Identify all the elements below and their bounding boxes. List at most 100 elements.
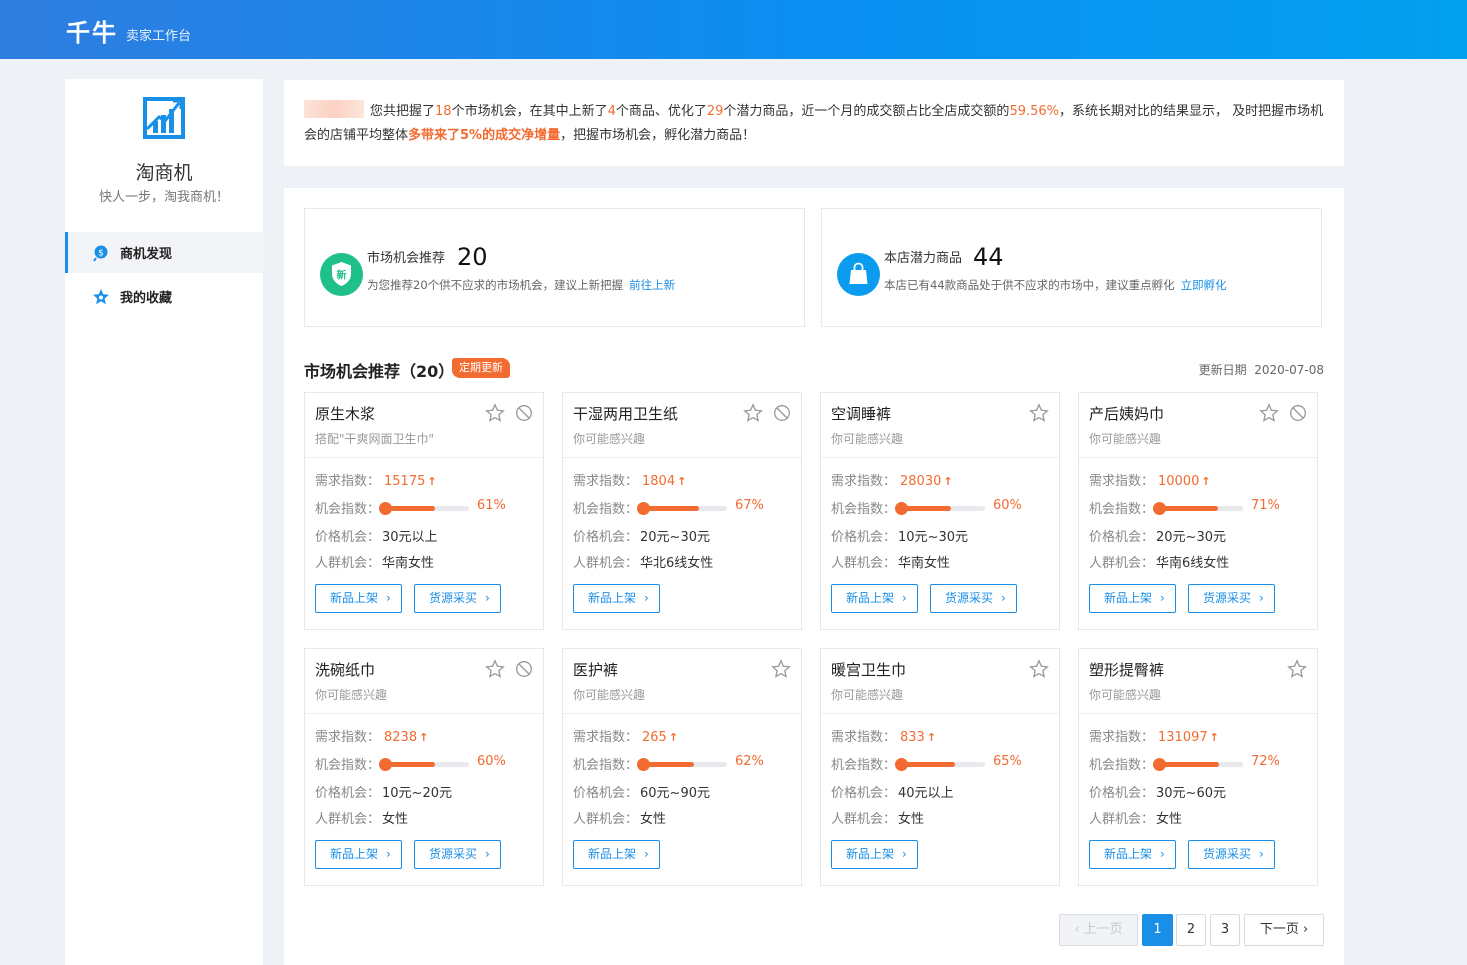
price-row: 价格机会： 30元~60元: [1089, 782, 1226, 801]
demand-value: 833: [900, 730, 925, 745]
page-3-button[interactable]: 3: [1210, 914, 1240, 946]
crowd-value: 女性: [1156, 812, 1183, 827]
demand-row: 需求指数： 833 ↑: [831, 726, 936, 745]
chance-row: 机会指数：: [315, 498, 380, 517]
price-value: 60元~90元: [640, 786, 710, 801]
sidebar-item-discover[interactable]: $ 商机发现: [65, 232, 263, 273]
svg-text:$: $: [98, 248, 104, 258]
crowd-label: 人群机会：: [831, 812, 897, 827]
source-purchase-label: 货源采买: [1203, 591, 1252, 605]
star-icon[interactable]: [743, 403, 763, 423]
incubate-link[interactable]: 立即孵化: [1181, 278, 1227, 292]
star-icon[interactable]: [1287, 659, 1307, 679]
summary-text: 个商品、优化了: [615, 104, 707, 119]
block-icon[interactable]: [773, 404, 791, 422]
price-value: 10元~30元: [898, 530, 968, 545]
sidebar-item-favorites[interactable]: 我的收藏: [65, 276, 263, 317]
chevron-right-icon: ›: [902, 591, 907, 605]
chance-row: 机会指数：: [573, 498, 638, 517]
demand-label: 需求指数：: [315, 730, 381, 745]
opportunity-card: 空调睡裤 你可能感兴趣 需求指数： 28030 ↑ 机会指数： 60% 价格机会： 10元~30…: [820, 392, 1060, 630]
demand-label: 需求指数：: [1089, 474, 1155, 489]
new-product-button[interactable]: 新品上架 ›: [573, 584, 660, 613]
next-page-button[interactable]: 下一页 ›: [1244, 914, 1324, 946]
crowd-label: 人群机会：: [573, 812, 639, 827]
summary-text: 个市场机会，在其中上新了: [451, 104, 608, 119]
source-purchase-button[interactable]: 货源采买 ›: [930, 584, 1017, 613]
price-value: 20元~30元: [640, 530, 710, 545]
page-1-button[interactable]: 1: [1142, 914, 1173, 946]
new-product-button[interactable]: 新品上架 ›: [831, 584, 918, 613]
go-publish-link[interactable]: 前往上新: [629, 278, 675, 292]
demand-row: 需求指数： 28030 ↑: [831, 470, 953, 489]
main-panel: 新 市场机会推荐 20 为您推荐20个供不应求的市场机会，建议上新把握 前往上新 …: [284, 188, 1344, 965]
chance-slider: [379, 758, 469, 771]
chance-label: 机会指数：: [831, 758, 897, 773]
crowd-row: 人群机会： 华南女性: [831, 552, 950, 571]
block-icon[interactable]: [515, 660, 533, 678]
chevron-right-icon: ›: [1001, 591, 1006, 605]
star-icon[interactable]: [485, 659, 505, 679]
new-product-button[interactable]: 新品上架 ›: [1089, 584, 1176, 613]
chevron-right-icon: ›: [1160, 847, 1165, 861]
crowd-label: 人群机会：: [573, 556, 639, 571]
chevron-right-icon: ›: [485, 847, 490, 861]
stat-number: 44: [973, 243, 1004, 271]
chance-row: 机会指数：: [573, 754, 638, 773]
brand-logo[interactable]: 千牛: [66, 13, 118, 48]
masked-shop-name: [304, 100, 364, 118]
source-purchase-button[interactable]: 货源采买 ›: [414, 584, 501, 613]
arrow-up-icon: ↑: [943, 475, 953, 488]
crowd-label: 人群机会：: [1089, 556, 1155, 571]
app-title: 淘商机: [135, 162, 193, 184]
block-icon[interactable]: [1289, 404, 1307, 422]
source-purchase-button[interactable]: 货源采买 ›: [1188, 840, 1275, 869]
price-row: 价格机会： 20元~30元: [573, 526, 710, 545]
chevron-right-icon: ›: [902, 847, 907, 861]
source-purchase-button[interactable]: 货源采买 ›: [1188, 584, 1275, 613]
price-label: 价格机会：: [573, 530, 639, 545]
price-value: 10元~20元: [382, 786, 452, 801]
new-product-button[interactable]: 新品上架 ›: [315, 584, 402, 613]
page-2-button[interactable]: 2: [1176, 914, 1206, 946]
opportunity-card: 产后姨妈巾 你可能感兴趣 需求指数： 10000 ↑ 机会指数： 71% 价格机会： 20元~3…: [1078, 392, 1318, 630]
block-icon[interactable]: [515, 404, 533, 422]
source-purchase-label: 货源采买: [429, 847, 478, 861]
chance-percent: 72%: [1251, 754, 1280, 769]
chance-slider: [637, 502, 727, 515]
card-divider: [821, 713, 1059, 714]
demand-row: 需求指数： 131097 ↑: [1089, 726, 1219, 745]
crowd-row: 人群机会： 华南6线女性: [1089, 552, 1229, 571]
chance-slider-knob: [895, 502, 908, 515]
chance-label: 机会指数：: [315, 758, 381, 773]
new-product-button[interactable]: 新品上架 ›: [315, 840, 402, 869]
crowd-label: 人群机会：: [831, 556, 897, 571]
price-label: 价格机会：: [831, 530, 897, 545]
new-product-button[interactable]: 新品上架 ›: [573, 840, 660, 869]
price-row: 价格机会： 10元~30元: [831, 526, 968, 545]
new-product-button[interactable]: 新品上架 ›: [831, 840, 918, 869]
sidebar-item-label: 我的收藏: [120, 291, 173, 306]
chance-slider: [379, 502, 469, 515]
star-icon[interactable]: [1029, 403, 1049, 423]
star-icon[interactable]: [485, 403, 505, 423]
demand-label: 需求指数：: [573, 730, 639, 745]
card-divider: [563, 713, 801, 714]
stat-market-opportunities: 新 市场机会推荐 20 为您推荐20个供不应求的市场机会，建议上新把握 前往上新: [304, 208, 805, 327]
chance-percent: 60%: [477, 754, 506, 769]
chance-row: 机会指数：: [1089, 754, 1154, 773]
new-product-button[interactable]: 新品上架 ›: [1089, 840, 1176, 869]
source-purchase-button[interactable]: 货源采买 ›: [414, 840, 501, 869]
demand-label: 需求指数：: [315, 474, 381, 489]
star-icon[interactable]: [1259, 403, 1279, 423]
crowd-value: 女性: [382, 812, 409, 827]
price-value: 20元~30元: [1156, 530, 1226, 545]
opportunity-card: 原生木浆 搭配"干爽网面卫生巾" 需求指数： 15175 ↑ 机会指数： 61% 价格机会： 3…: [304, 392, 544, 630]
new-product-label: 新品上架: [846, 591, 895, 605]
chance-slider-fill: [1157, 762, 1219, 767]
star-icon[interactable]: [771, 659, 791, 679]
star-icon[interactable]: [1029, 659, 1049, 679]
chance-label: 机会指数：: [831, 502, 897, 517]
stat-title: 市场机会推荐: [367, 251, 446, 266]
prev-page-button[interactable]: ‹ 上一页: [1059, 914, 1138, 946]
